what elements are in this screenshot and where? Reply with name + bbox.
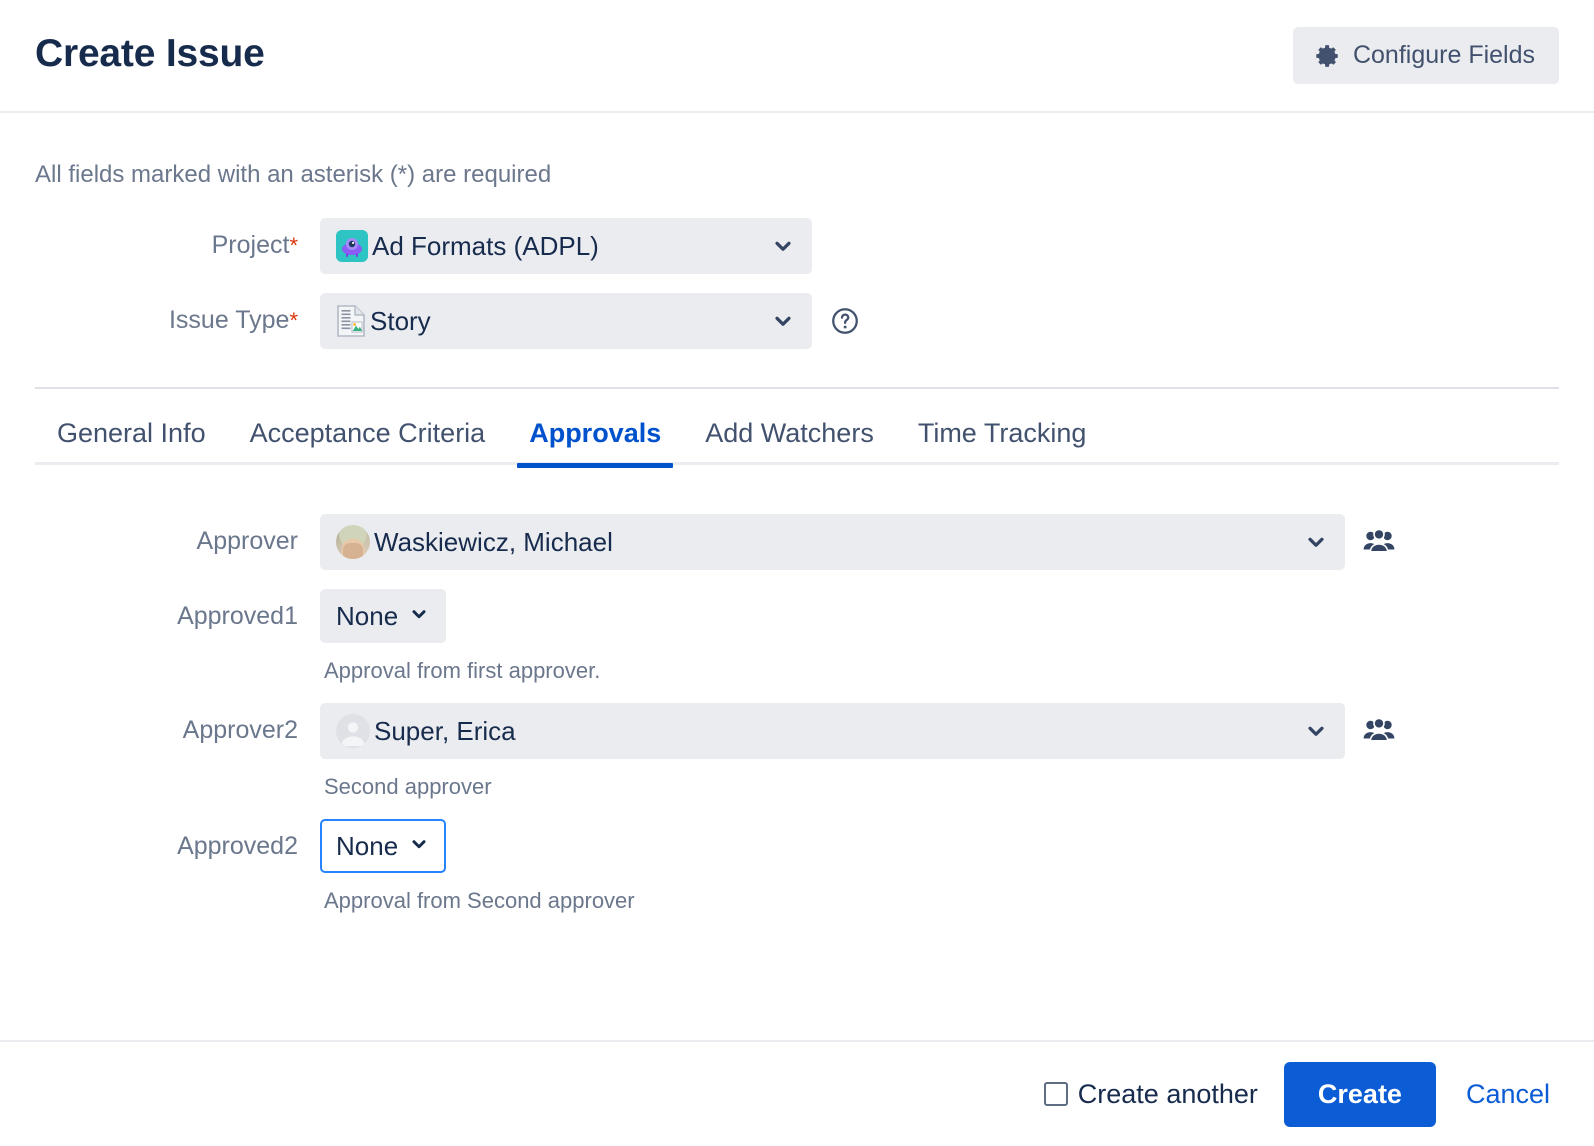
configure-fields-button[interactable]: Configure Fields	[1292, 27, 1559, 84]
field-row-approver: Approver Waskiewicz, Michael	[35, 514, 1559, 570]
approved2-description: Approval from Second approver	[324, 888, 635, 913]
gear-icon	[1315, 43, 1341, 69]
approver2-value: Super, Erica	[374, 715, 516, 746]
configure-fields-label: Configure Fields	[1352, 41, 1535, 69]
approver-control: Waskiewicz, Michael	[320, 514, 1559, 570]
user-avatar-photo	[336, 525, 370, 559]
project-value: Ad Formats (ADPL)	[372, 230, 599, 261]
approved2-control: None Approval from Second approver	[320, 819, 1559, 914]
approver-label: Approver	[196, 527, 298, 555]
people-group-icon[interactable]	[1363, 528, 1395, 556]
issue-type-select[interactable]: Story	[320, 293, 812, 349]
tab-bar: General Info Acceptance Criteria Approva…	[35, 415, 1559, 468]
project-avatar-icon	[336, 230, 368, 262]
people-group-icon[interactable]	[1363, 717, 1395, 745]
approved1-select[interactable]: None	[320, 589, 447, 643]
tab-panel-approvals: Approver Waskiewicz, Michael Approved1 N…	[35, 465, 1559, 914]
chevron-down-icon	[1303, 529, 1329, 555]
field-row-approved2: Approved2 None Approval from Second appr…	[35, 819, 1559, 914]
create-button[interactable]: Create	[1283, 1061, 1436, 1127]
approved2-value: None	[336, 830, 399, 861]
issue-type-label-text: Issue Type	[168, 306, 290, 334]
field-row-issue-type: Issue Type* Story	[35, 293, 1559, 349]
approved2-select[interactable]: None	[320, 819, 447, 873]
chevron-down-icon	[408, 601, 430, 632]
project-label: Project*	[35, 218, 320, 260]
create-another-label: Create another	[1077, 1078, 1258, 1109]
cancel-link[interactable]: Cancel	[1462, 1073, 1554, 1116]
user-avatar-generic	[336, 714, 370, 748]
approved1-label: Approved1	[177, 602, 298, 630]
project-required-marker: *	[289, 233, 298, 258]
required-fields-note: All fields marked with an asterisk (*) a…	[35, 161, 552, 188]
issue-type-help-button[interactable]	[830, 306, 860, 336]
dialog-header: Create Issue Configure Fields	[0, 0, 1594, 113]
question-circle-icon	[830, 306, 860, 336]
page-title: Create Issue	[35, 32, 265, 75]
field-row-approver2: Approver2 Super, Erica Second approver	[35, 703, 1559, 800]
create-another-checkbox[interactable]: Create another	[1043, 1078, 1258, 1110]
dialog-body: All fields marked with an asterisk (*) a…	[0, 113, 1594, 914]
project-control: Ad Formats (ADPL)	[320, 218, 1559, 274]
approved1-value: None	[336, 600, 399, 631]
approved2-label: Approved2	[177, 832, 298, 860]
approver2-description: Second approver	[324, 774, 492, 799]
tab-acceptance-criteria[interactable]: Acceptance Criteria	[228, 418, 508, 465]
issue-type-label: Issue Type*	[35, 293, 320, 335]
issue-type-required-marker: *	[289, 308, 298, 333]
approved1-description: Approval from first approver.	[324, 658, 601, 683]
chevron-down-icon	[408, 831, 430, 862]
approver2-select[interactable]: Super, Erica	[320, 703, 1345, 759]
chevron-down-icon	[1303, 718, 1329, 744]
field-row-project: Project* Ad Formats (ADPL)	[35, 218, 1559, 274]
story-type-icon	[336, 305, 366, 337]
approved1-control: None Approval from first approver.	[320, 589, 1559, 684]
approver-select[interactable]: Waskiewicz, Michael	[320, 514, 1345, 570]
tab-approvals[interactable]: Approvals	[507, 418, 683, 468]
tab-add-watchers[interactable]: Add Watchers	[683, 418, 896, 465]
approver2-control: Super, Erica Second approver	[320, 703, 1559, 800]
chevron-down-icon	[770, 308, 796, 334]
checkbox-box-icon[interactable]	[1043, 1082, 1068, 1106]
project-select[interactable]: Ad Formats (ADPL)	[320, 218, 812, 274]
section-divider	[35, 387, 1559, 389]
approver-value: Waskiewicz, Michael	[374, 526, 613, 557]
tab-general-info[interactable]: General Info	[35, 418, 228, 465]
project-label-text: Project	[211, 231, 290, 259]
dialog-footer: Create another Create Cancel	[0, 1040, 1594, 1146]
approver2-label: Approver2	[182, 716, 298, 744]
tab-time-tracking[interactable]: Time Tracking	[896, 418, 1109, 465]
issue-type-control: Story	[320, 293, 1559, 349]
chevron-down-icon	[770, 233, 796, 259]
issue-type-value: Story	[370, 305, 431, 336]
field-row-approved1: Approved1 None Approval from first appro…	[35, 589, 1559, 684]
